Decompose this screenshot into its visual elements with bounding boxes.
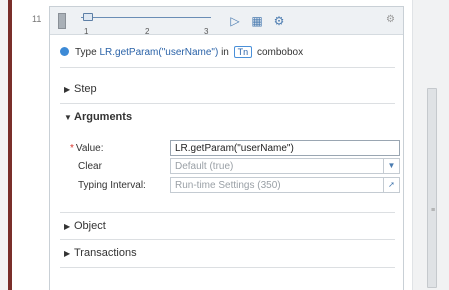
value-input[interactable]: LR.getParam("userName") (170, 140, 400, 156)
scroll-thumb[interactable]: ≡ (427, 88, 437, 288)
section-transactions[interactable]: ▶ Transactions (60, 245, 395, 265)
step-play-icon[interactable]: ▷ (228, 14, 242, 28)
level-slider[interactable]: 1 2 3 (81, 13, 211, 36)
collapse-arrow-icon: ▼ (64, 113, 72, 122)
gear-icon[interactable]: ⚙ (386, 14, 395, 25)
slider-line (81, 17, 211, 18)
section-transactions-label: Transactions (74, 247, 137, 259)
expand-arrow-icon: ▶ (64, 222, 71, 231)
typing-interval-value: Run-time Settings (350) (175, 180, 281, 191)
step-screenshot-icon[interactable]: ▦ (250, 14, 264, 28)
required-marker: * (70, 143, 74, 154)
slider-thumb[interactable] (83, 13, 93, 21)
typing-interval-label: Typing Interval: (78, 180, 146, 191)
slider-tick-2: 2 (145, 27, 150, 36)
edit-pin-icon[interactable]: ➚ (383, 178, 399, 192)
left-gutter (0, 0, 12, 290)
clear-label: Clear (78, 161, 102, 172)
chevron-down-icon[interactable]: ▼ (383, 159, 399, 173)
vertical-scrollbar[interactable]: ≡ (412, 0, 449, 290)
step-toolbar: 1 2 3 ▷ ▦ ⚙ ⚙ (50, 7, 403, 36)
clear-select[interactable]: Default (true) ▼ (170, 158, 400, 174)
step-number: 11 (32, 14, 42, 24)
clear-select-value: Default (true) (175, 161, 234, 172)
object-badge[interactable]: Tn (233, 46, 253, 58)
divider (60, 67, 395, 68)
typing-interval-row: Typing Interval: Run-time Settings (350)… (70, 177, 400, 195)
divider (60, 212, 395, 213)
clear-row: Clear Default (true) ▼ (70, 158, 400, 176)
step-settings-icon[interactable]: ⚙ (272, 14, 286, 28)
section-arguments[interactable]: ▼ Arguments (60, 109, 395, 129)
value-row: * Value: LR.getParam("userName") (70, 140, 400, 158)
param-link[interactable]: LR.getParam("userName") (99, 47, 218, 58)
step-description-text: Type LR.getParam("userName") in Tn combo… (75, 46, 304, 58)
section-step[interactable]: ▶ Step (60, 81, 395, 101)
section-object[interactable]: ▶ Object (60, 218, 395, 238)
step-description: Type LR.getParam("userName") in Tn combo… (50, 45, 403, 63)
step-type-icon (60, 47, 69, 56)
section-step-label: Step (74, 83, 97, 95)
section-arguments-label: Arguments (74, 111, 133, 123)
slider-tick-3: 3 (204, 27, 209, 36)
expand-arrow-icon: ▶ (64, 249, 71, 258)
scroll-grip-icon: ≡ (431, 207, 436, 214)
divider (60, 239, 395, 240)
slider-tick-1: 1 (84, 27, 89, 36)
left-accent-bar (8, 0, 12, 290)
drag-handle[interactable] (58, 13, 66, 29)
section-object-label: Object (74, 220, 106, 232)
typing-interval-input[interactable]: Run-time Settings (350) ➚ (170, 177, 400, 193)
divider (60, 267, 395, 268)
divider (60, 103, 395, 104)
step-panel: 1 2 3 ▷ ▦ ⚙ ⚙ Type LR.getParam("userName… (49, 6, 404, 290)
value-label: * Value: (70, 143, 104, 154)
expand-arrow-icon: ▶ (64, 85, 71, 94)
